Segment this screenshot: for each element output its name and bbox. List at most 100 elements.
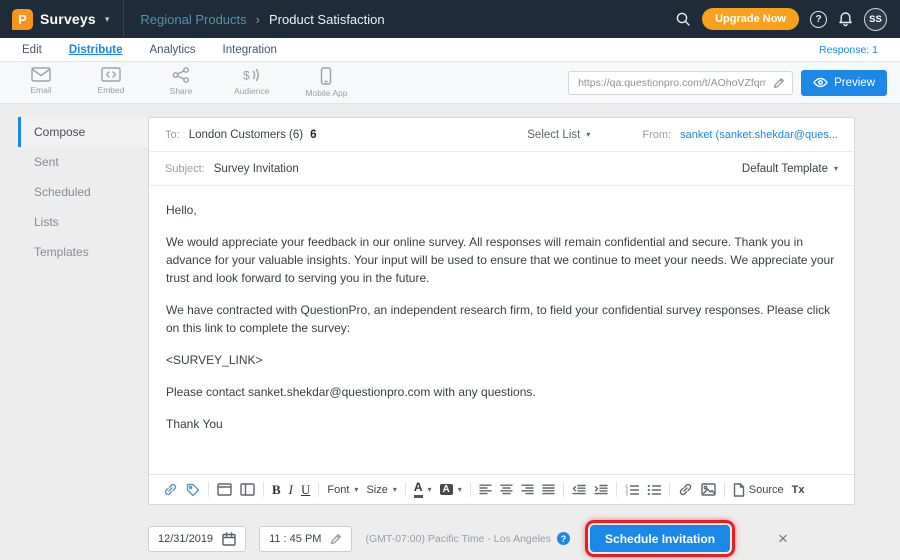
- underline-button[interactable]: U: [301, 482, 310, 498]
- preview-label: Preview: [834, 77, 875, 89]
- channel-embed[interactable]: Embed: [94, 67, 128, 98]
- toolbar-divider: [263, 482, 264, 497]
- to-value[interactable]: London Customers (6): [189, 129, 303, 141]
- channel-label: Mobile App: [305, 88, 347, 98]
- tab-analytics[interactable]: Analytics: [150, 44, 196, 56]
- sidebar-item-sent[interactable]: Sent: [18, 147, 148, 177]
- to-label: To:: [165, 129, 180, 141]
- breadcrumb-folder-link[interactable]: Regional Products: [140, 12, 246, 27]
- window-button[interactable]: [217, 483, 232, 496]
- edit-url-pencil-icon[interactable]: [773, 77, 785, 89]
- timezone-help-icon[interactable]: ?: [557, 532, 570, 545]
- tab-distribute[interactable]: Distribute: [69, 44, 123, 56]
- align-left-button[interactable]: [479, 484, 492, 495]
- subject-row: Subject: Survey Invitation Default Templ…: [149, 152, 854, 186]
- size-select[interactable]: Size ▾: [366, 484, 396, 496]
- link-button[interactable]: [163, 482, 178, 497]
- chevron-down-icon: ▾: [586, 130, 590, 139]
- topbar-actions: Upgrade Now ? SS: [675, 8, 900, 31]
- edit-time-pencil-icon[interactable]: [330, 533, 342, 545]
- channel-label: Audience: [234, 86, 269, 96]
- user-avatar[interactable]: SS: [864, 8, 887, 31]
- breadcrumb: Regional Products › Product Satisfaction: [140, 12, 384, 27]
- upgrade-now-button[interactable]: Upgrade Now: [702, 8, 799, 30]
- from-label: From:: [642, 129, 671, 141]
- chevron-down-icon: ▾: [458, 485, 462, 494]
- toolbar-divider: [470, 482, 471, 497]
- toolbar-divider: [669, 482, 670, 497]
- timezone-section: (GMT-07:00) Pacific Time - Los Angeles ?: [365, 532, 570, 545]
- email-body-editor[interactable]: Hello, We would appreciate your feedback…: [149, 186, 854, 474]
- svg-text:$: $: [243, 69, 250, 83]
- subject-value[interactable]: Survey Invitation: [214, 163, 299, 175]
- to-row: To: London Customers (6) 6 Select List ▾…: [149, 118, 854, 152]
- font-select-label: Font: [327, 484, 349, 496]
- source-button[interactable]: Source: [733, 483, 784, 497]
- channel-audience[interactable]: $ Audience: [234, 67, 269, 98]
- channel-mobile-app[interactable]: Mobile App: [305, 67, 347, 98]
- ordered-list-button[interactable]: 123: [625, 484, 639, 496]
- product-switcher[interactable]: P Surveys ▾: [0, 0, 124, 38]
- text-color-button[interactable]: A ▾: [414, 481, 432, 497]
- template-dropdown[interactable]: Default Template ▾: [742, 163, 838, 175]
- notifications-bell-icon[interactable]: [838, 11, 853, 27]
- close-icon[interactable]: ×: [778, 530, 788, 547]
- select-list-dropdown[interactable]: Select List ▾: [527, 129, 590, 141]
- image-button[interactable]: [701, 483, 716, 496]
- channel-label: Share: [170, 86, 193, 96]
- align-justify-button[interactable]: [542, 484, 555, 495]
- calendar-icon[interactable]: [222, 532, 236, 546]
- search-icon[interactable]: [675, 11, 691, 27]
- align-right-button[interactable]: [521, 484, 534, 495]
- tab-edit[interactable]: Edit: [22, 44, 42, 56]
- time-picker[interactable]: 11 : 45 PM: [259, 526, 352, 552]
- email-body-paragraph: Please contact sanket.shekdar@questionpr…: [166, 383, 837, 401]
- questionpro-logo-icon: P: [12, 9, 33, 30]
- date-picker[interactable]: 12/31/2019: [148, 526, 246, 552]
- response-count-link[interactable]: Response: 1: [819, 44, 878, 56]
- from-address-link[interactable]: sanket (sanket.shekdar@ques...: [680, 129, 838, 141]
- eye-icon: [813, 77, 828, 88]
- schedule-invitation-button[interactable]: Schedule Invitation: [590, 525, 730, 552]
- email-body-paragraph: Hello,: [166, 201, 837, 219]
- size-select-label: Size: [366, 484, 387, 496]
- hyperlink-button[interactable]: [678, 482, 693, 497]
- indent-button[interactable]: [594, 484, 608, 495]
- distribute-toolbar: Email Embed Share $ Audience Mobile App: [0, 62, 900, 104]
- compose-card: To: London Customers (6) 6 Select List ▾…: [148, 117, 855, 505]
- audience-icon: $: [242, 67, 261, 83]
- product-name: Surveys: [40, 11, 96, 27]
- share-icon: [172, 67, 190, 83]
- italic-button[interactable]: I: [289, 482, 293, 498]
- subject-label: Subject:: [165, 163, 205, 175]
- bold-button[interactable]: B: [272, 482, 281, 498]
- channel-email[interactable]: Email: [24, 67, 58, 98]
- outdent-button[interactable]: [572, 484, 586, 495]
- timezone-label: (GMT-07:00) Pacific Time - Los Angeles: [365, 533, 551, 545]
- survey-url-input[interactable]: [576, 76, 768, 90]
- email-body-paragraph: We would appreciate your feedback in our…: [166, 233, 837, 287]
- from-section: From: sanket (sanket.shekdar@ques...: [642, 129, 838, 141]
- sidebar-item-lists[interactable]: Lists: [18, 207, 148, 237]
- sidebar-item-scheduled[interactable]: Scheduled: [18, 177, 148, 207]
- date-value: 12/31/2019: [158, 533, 213, 545]
- unordered-list-button[interactable]: [647, 484, 661, 496]
- help-icon[interactable]: ?: [810, 11, 827, 28]
- channel-share[interactable]: Share: [164, 67, 198, 98]
- tag-button[interactable]: [186, 483, 200, 497]
- chevron-down-icon: ▾: [834, 164, 838, 173]
- sidebar-item-compose[interactable]: Compose: [18, 117, 148, 147]
- remove-format-button[interactable]: Tx: [792, 484, 805, 496]
- font-select[interactable]: Font ▾: [327, 484, 358, 496]
- layout-button[interactable]: [240, 483, 255, 496]
- channel-label: Embed: [98, 85, 125, 95]
- align-center-button[interactable]: [500, 484, 513, 495]
- tab-integration[interactable]: Integration: [223, 44, 277, 56]
- fill-color-button[interactable]: A ▾: [440, 484, 462, 495]
- preview-button[interactable]: Preview: [801, 70, 887, 96]
- email-icon: [31, 67, 51, 82]
- toolbar-divider: [616, 482, 617, 497]
- channel-list: Email Embed Share $ Audience Mobile App: [24, 67, 348, 98]
- select-list-label: Select List: [527, 129, 580, 141]
- sidebar-item-templates[interactable]: Templates: [18, 237, 148, 267]
